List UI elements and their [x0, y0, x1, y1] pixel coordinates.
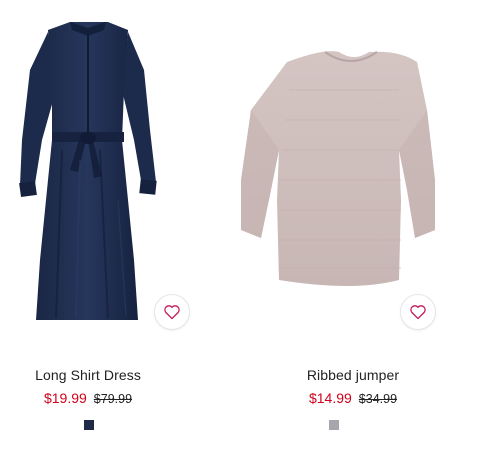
wishlist-button[interactable]: [400, 294, 436, 330]
product-prices: $19.99 $79.99: [0, 390, 207, 406]
color-swatch[interactable]: [329, 420, 339, 430]
heart-icon: [410, 305, 426, 320]
original-price: $34.99: [358, 392, 398, 406]
product-name[interactable]: Ribbed jumper: [234, 367, 472, 383]
product-name[interactable]: Long Shirt Dress: [0, 367, 207, 383]
sale-price: $19.99: [43, 390, 87, 406]
color-swatch[interactable]: [84, 420, 94, 430]
product-card-ribbed-jumper[interactable]: Ribbed jumper $14.99 $34.99: [239, 0, 477, 450]
original-price: $79.99: [93, 392, 133, 406]
dress-illustration: [19, 22, 157, 320]
product-image-dress[interactable]: [0, 0, 238, 340]
wishlist-button[interactable]: [154, 294, 190, 330]
jumper-illustration: [241, 51, 435, 286]
product-grid: Long Shirt Dress $19.99 $79.99 Ribbed ju…: [0, 0, 477, 450]
product-image-jumper[interactable]: [239, 0, 477, 340]
heart-icon: [164, 305, 180, 320]
sale-price: $14.99: [308, 390, 352, 406]
product-prices: $14.99 $34.99: [234, 390, 472, 406]
product-card-long-shirt-dress[interactable]: Long Shirt Dress $19.99 $79.99: [0, 0, 238, 450]
